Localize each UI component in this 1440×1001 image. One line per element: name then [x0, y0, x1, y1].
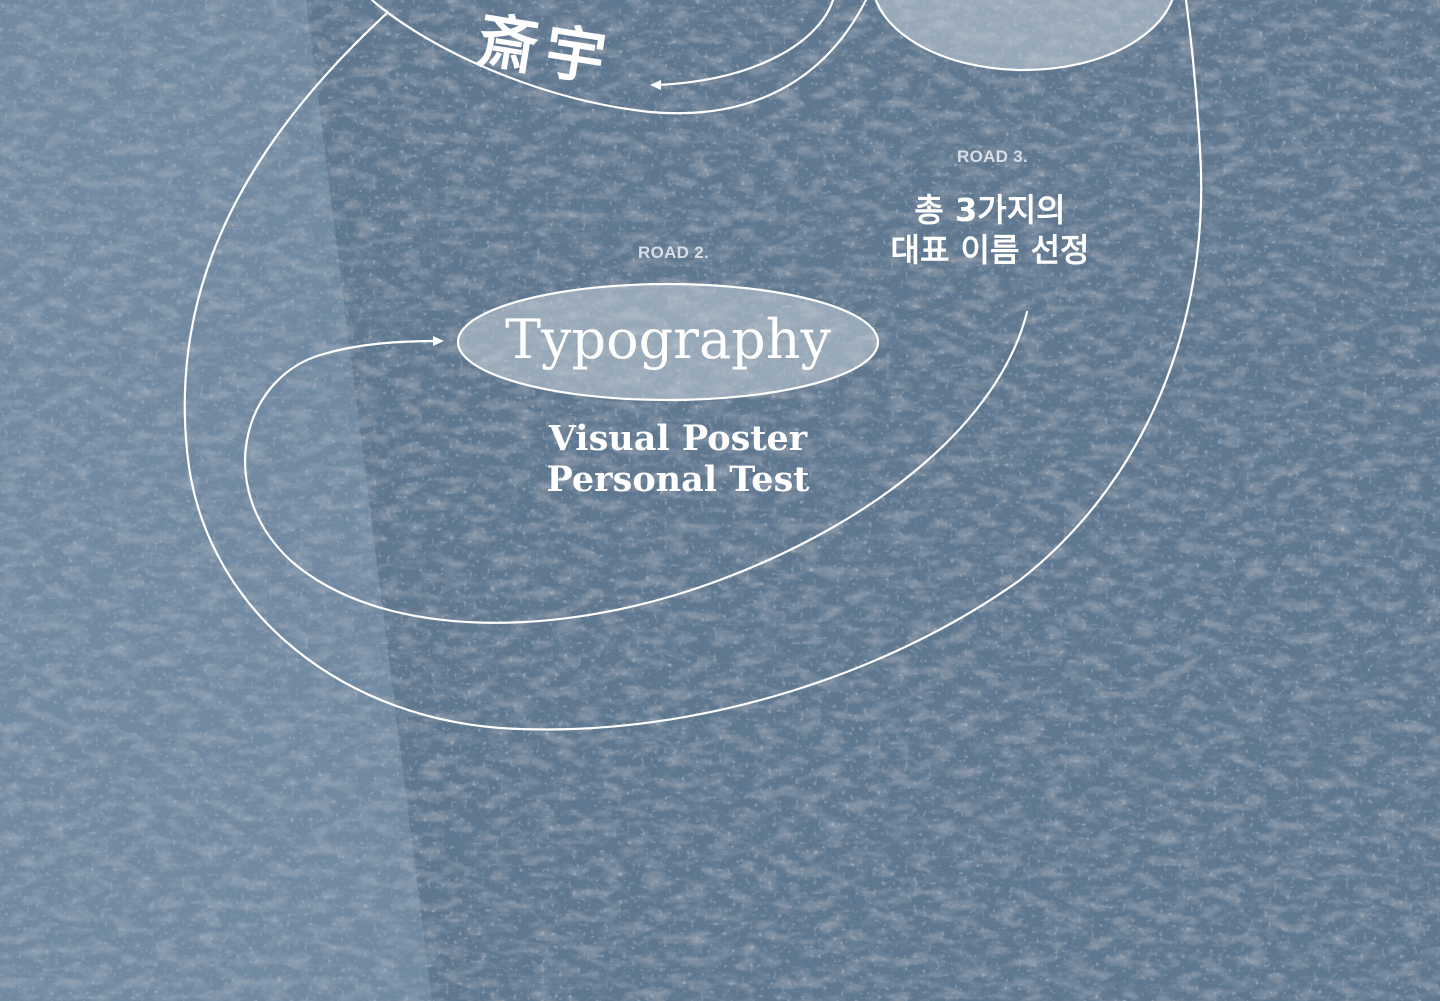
road-diagram-lines [183, 0, 1203, 731]
subtitle-line2: Personal Test [546, 459, 810, 500]
road3-desc-line2: 대표 이름 선정 [890, 231, 1090, 269]
typography-title: Typography [504, 308, 832, 371]
road3-label: ROAD 3. [957, 147, 1029, 166]
road2-label: ROAD 2. [638, 243, 710, 262]
top-circle [874, 0, 1174, 72]
road3-description: 총 3가지의 대표 이름 선정 [870, 190, 1110, 270]
road3-desc-line1: 총 3가지의 [914, 191, 1066, 229]
road2-subtitle: Visual Poster Personal Test [478, 418, 878, 500]
arrow-head-icon [433, 336, 444, 346]
arrow-head-icon [650, 80, 661, 90]
subtitle-line1: Visual Poster [548, 418, 808, 459]
